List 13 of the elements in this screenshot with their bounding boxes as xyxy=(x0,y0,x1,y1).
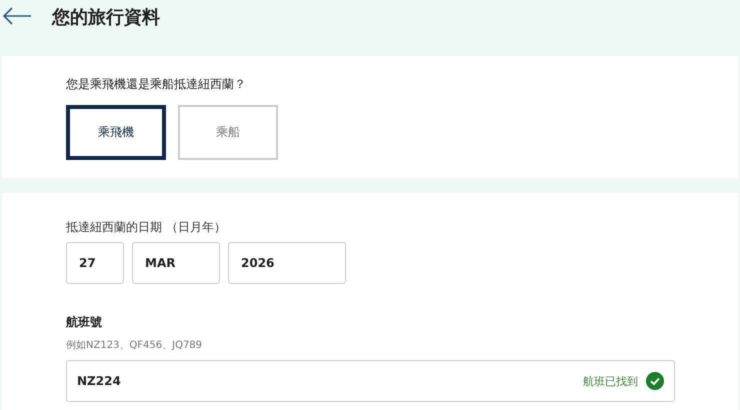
question-label: 您是乘飛機還是乘船抵達紐西蘭？ xyxy=(66,76,247,93)
option-button[interactable]: 乘船 xyxy=(178,105,278,160)
option-button[interactable]: 乘飛機 xyxy=(66,105,166,160)
flight-hint: 例如NZ123、QF456、JQ789 xyxy=(66,339,204,352)
page-title: 您的旅行資料 xyxy=(52,6,160,29)
month-field[interactable]: MAR xyxy=(132,242,220,284)
back-arrow-icon[interactable] xyxy=(2,6,32,26)
flight-status: 航班已找到 xyxy=(583,374,638,388)
flight-label: 航班號 xyxy=(66,314,103,331)
day-field[interactable]: 27 xyxy=(66,242,124,284)
year-field[interactable]: 2026 xyxy=(228,242,346,284)
flight-field[interactable]: NZ224 航班已找到 xyxy=(66,360,675,402)
date-label: 抵達紐西蘭的日期 （日月年） xyxy=(66,219,227,236)
